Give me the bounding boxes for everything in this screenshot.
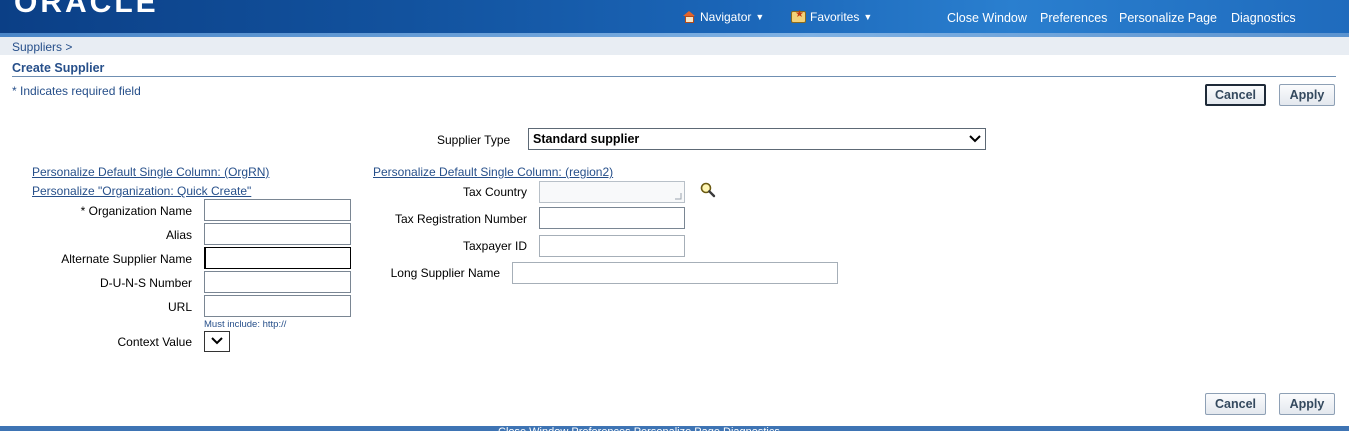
supplier-type-select[interactable]: Standard supplier [528, 128, 986, 150]
tax-registration-number-input[interactable] [539, 207, 685, 229]
alternate-supplier-name-input[interactable] [204, 247, 351, 269]
required-field-note: * Indicates required field [12, 84, 141, 98]
alias-input[interactable] [204, 223, 351, 245]
title-divider [12, 76, 1336, 77]
cancel-button-bottom[interactable]: Cancel [1205, 393, 1266, 415]
navigator-menu[interactable]: Navigator ▼ [683, 10, 764, 24]
personalize-region2-link[interactable]: Personalize Default Single Column: (regi… [373, 165, 613, 179]
context-value-label: Context Value [117, 335, 193, 349]
tax-country-input[interactable] [539, 181, 685, 203]
alternate-supplier-name-label: Alternate Supplier Name [61, 252, 192, 266]
caret-down-icon: ▼ [755, 12, 765, 22]
long-supplier-name-input[interactable] [512, 262, 838, 284]
caret-down-icon: ▼ [863, 12, 873, 22]
breadcrumb-bar [0, 37, 1349, 55]
duns-number-label: D-U-N-S Number [99, 276, 192, 290]
breadcrumb-suppliers-link[interactable]: Suppliers > [12, 40, 72, 54]
tax-registration-number-label: Tax Registration Number [394, 212, 527, 226]
home-icon [683, 11, 696, 23]
taxpayer-id-input[interactable] [539, 235, 685, 257]
footer-links: Close Window Preferences Personalize Pag… [498, 426, 780, 431]
organization-name-label: * Organization Name [80, 204, 192, 218]
tax-country-label: Tax Country [462, 185, 527, 199]
organization-name-input[interactable] [204, 199, 351, 221]
duns-number-input[interactable] [204, 271, 351, 293]
url-input[interactable] [204, 295, 351, 317]
context-value-select[interactable] [204, 331, 230, 352]
alias-label: Alias [165, 228, 192, 242]
taxpayer-id-label: Taxpayer ID [462, 239, 527, 253]
diagnostics-link[interactable]: Diagnostics [1231, 11, 1296, 25]
global-header: ORACLE Navigator ▼ Favorites ▼ Close Win… [0, 0, 1349, 37]
navigator-label: Navigator [700, 10, 752, 24]
cancel-button-top[interactable]: Cancel [1205, 84, 1266, 106]
personalize-page-link[interactable]: Personalize Page [1119, 11, 1217, 25]
favorites-menu[interactable]: Favorites ▼ [791, 9, 873, 24]
url-label: URL [167, 300, 192, 314]
favorites-label: Favorites [810, 10, 860, 24]
oracle-logo: ORACLE [14, 0, 159, 19]
supplier-type-value: Standard supplier [533, 132, 640, 146]
chevron-down-icon [211, 337, 223, 345]
apply-button-bottom[interactable]: Apply [1279, 393, 1335, 415]
long-supplier-name-label: Long Supplier Name [390, 266, 500, 280]
search-icon[interactable] [699, 181, 717, 199]
supplier-type-label: Supplier Type [437, 133, 511, 147]
apply-button-top[interactable]: Apply [1279, 84, 1335, 106]
resize-grip-icon [675, 193, 682, 200]
personalize-orgrn-link[interactable]: Personalize Default Single Column: (OrgR… [32, 165, 269, 179]
personalize-org-quick-create-link[interactable]: Personalize "Organization: Quick Create" [32, 184, 251, 198]
close-window-link[interactable]: Close Window [947, 11, 1027, 25]
preferences-link[interactable]: Preferences [1040, 11, 1107, 25]
url-hint: Must include: http:// [204, 319, 287, 330]
chevron-down-icon [969, 135, 981, 143]
favorites-icon [791, 9, 806, 23]
page-title: Create Supplier [12, 61, 105, 75]
